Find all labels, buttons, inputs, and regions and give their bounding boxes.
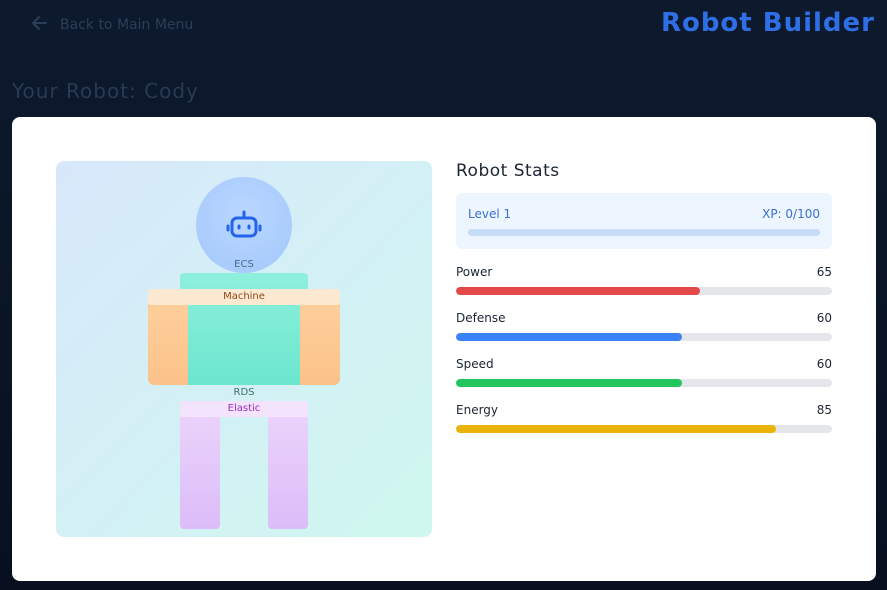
- stat-value: 60: [816, 357, 832, 371]
- stat-energy: Energy 85: [456, 403, 832, 433]
- back-label: Back to Main Menu: [60, 17, 194, 33]
- arms-part-label: Machine: [148, 289, 340, 305]
- robot-stats-panel: Robot Stats Level 1 XP: 0/100 Power 65 D…: [456, 161, 832, 433]
- robot-card: ECS Machine RDS Elastic Robot Stats Leve…: [12, 117, 876, 581]
- back-to-main-menu-link[interactable]: Back to Main Menu: [30, 13, 193, 37]
- stat-bar: [456, 287, 832, 295]
- legs-part-label: Elastic: [180, 401, 308, 417]
- level-box: Level 1 XP: 0/100: [456, 193, 832, 249]
- stat-bar: [456, 379, 832, 387]
- stat-bar-fill: [456, 333, 682, 341]
- stat-label: Speed: [456, 357, 494, 371]
- stat-power: Power 65: [456, 265, 832, 295]
- stat-value: 65: [816, 265, 832, 279]
- stat-value: 85: [816, 403, 832, 417]
- stat-bar-fill: [456, 425, 776, 433]
- stat-bar-fill: [456, 287, 701, 295]
- robot-preview: ECS Machine RDS Elastic: [56, 161, 432, 537]
- stat-label: Energy: [456, 403, 499, 417]
- head-part-label: ECS: [234, 259, 254, 270]
- robot-leg-left[interactable]: [180, 417, 220, 529]
- xp-progress-bar: [468, 229, 820, 236]
- torso-part-label: RDS: [233, 387, 255, 398]
- stats-title: Robot Stats: [456, 161, 560, 181]
- robot-leg-right[interactable]: [268, 417, 308, 529]
- stat-bar-fill: [456, 379, 682, 387]
- stat-value: 60: [816, 311, 832, 325]
- stat-label: Defense: [456, 311, 506, 325]
- stat-speed: Speed 60: [456, 357, 832, 387]
- xp-label: XP: 0/100: [762, 207, 820, 221]
- stat-bar: [456, 425, 832, 433]
- app-title: Robot Builder: [660, 8, 875, 38]
- arrow-left-icon: [30, 13, 50, 37]
- stat-label: Power: [456, 265, 493, 279]
- robot-heading: Your Robot: Cody: [12, 79, 199, 103]
- stat-bar: [456, 333, 832, 341]
- level-label: Level 1: [468, 207, 512, 221]
- stat-defense: Defense 60: [456, 311, 832, 341]
